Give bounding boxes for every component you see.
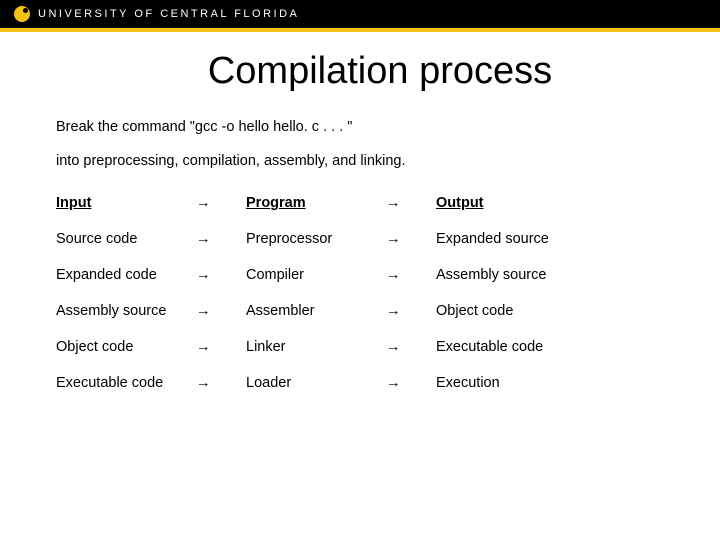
slide-content: Compilation process Break the command "g… [0,32,720,391]
cell-input: Object code [56,339,196,355]
cell-input: Source code [56,231,196,247]
arrow-icon: → [196,231,246,247]
cell-program: Compiler [246,267,386,283]
slide-title: Compilation process [96,50,664,93]
arrow-icon: → [196,267,246,283]
col-header-output: Output [436,195,596,211]
arrow-icon: → [196,375,246,391]
arrow-icon: → [196,303,246,319]
arrow-icon: → [386,375,436,391]
cell-output: Expanded source [436,231,596,247]
header-bar: UNIVERSITY OF CENTRAL FLORIDA [0,0,720,28]
col-header-input: Input [56,195,196,211]
cell-input: Executable code [56,375,196,391]
arrow-icon: → [386,267,436,283]
cell-output: Execution [436,375,596,391]
cell-output: Object code [436,303,596,319]
col-header-program: Program [246,195,386,211]
arrow-icon: → [386,195,436,211]
compilation-table: Input → Program → Output Source code → P… [56,195,664,391]
university-name: UNIVERSITY OF CENTRAL FLORIDA [38,8,299,20]
arrow-icon: → [196,339,246,355]
cell-program: Preprocessor [246,231,386,247]
arrow-icon: → [386,339,436,355]
intro-line-2: into preprocessing, compilation, assembl… [56,153,664,169]
arrow-icon: → [386,303,436,319]
cell-input: Expanded code [56,267,196,283]
ucf-logo-icon [14,6,30,22]
cell-output: Executable code [436,339,596,355]
intro-line-1: Break the command "gcc -o hello hello. c… [56,119,664,135]
cell-program: Loader [246,375,386,391]
cell-input: Assembly source [56,303,196,319]
arrow-icon: → [386,231,436,247]
cell-program: Linker [246,339,386,355]
cell-program: Assembler [246,303,386,319]
arrow-icon: → [196,195,246,211]
cell-output: Assembly source [436,267,596,283]
